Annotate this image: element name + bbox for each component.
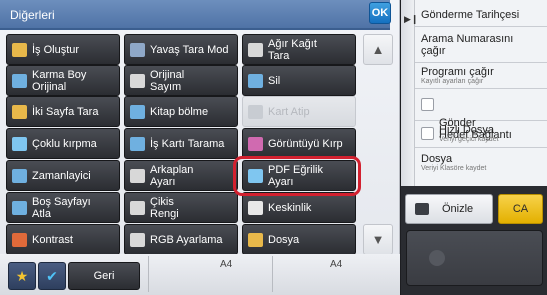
book-divide-icon — [130, 105, 145, 119]
option-label: Sil — [268, 74, 281, 87]
image-crop-icon — [248, 137, 263, 151]
call-program-sub: Kayıtlı ayarları çağır — [421, 78, 484, 85]
divider — [272, 256, 273, 292]
file-item[interactable]: Dosya Veriyi Klasöre kaydet — [415, 148, 547, 180]
option-label: Kart Atip — [268, 105, 310, 118]
heavy-paper-icon — [248, 43, 263, 57]
original-count-icon — [130, 74, 145, 88]
option-button[interactable]: İş Oluştur — [6, 34, 120, 65]
back-button[interactable]: Geri — [68, 262, 140, 290]
scroll-up-icon: ▲ — [371, 42, 385, 57]
option-label: Görüntüyü Kırp — [268, 137, 343, 150]
panel-title: Diğerleri — [0, 0, 390, 30]
rgb-adjust-icon — [130, 233, 145, 247]
call-number-item[interactable]: Arama Numarasını çağır — [415, 27, 547, 63]
start-button[interactable] — [406, 230, 543, 286]
job-build-icon — [12, 43, 27, 57]
checkmark-icon: ✔ — [46, 268, 58, 284]
quick-file-item[interactable]: Hizli Dosya Veriyi geçici kaydet — [415, 121, 547, 148]
option-button[interactable]: Orijinal Sayım — [124, 65, 238, 96]
favorite-button[interactable]: ★ — [8, 262, 36, 290]
scroll-down-button[interactable]: ▼ — [363, 224, 393, 255]
option-button[interactable]: Kitap bölme — [124, 96, 238, 127]
option-label: Arkaplan Ayarı — [150, 163, 194, 188]
paper-size-label: A4 — [220, 259, 233, 270]
highlight-frame — [233, 156, 361, 196]
multi-crop-icon — [12, 137, 27, 151]
option-button[interactable]: Zamanlayici — [6, 160, 120, 191]
mixed-size-icon — [12, 74, 27, 88]
star-icon: ★ — [15, 268, 29, 284]
option-button[interactable]: Karma Boy Orijinal — [6, 65, 120, 96]
contrast-icon — [12, 233, 27, 247]
option-button[interactable]: Çoklu kırpma — [6, 128, 120, 159]
start-icon — [429, 250, 445, 266]
call-program-item[interactable]: Programı çağır Kayıtlı ayarları çağır — [415, 63, 547, 89]
option-label: Ağır Kağıt Tara — [268, 37, 317, 62]
quick-file-label: Hizli Dosya — [439, 124, 495, 136]
option-label: RGB Ayarlama — [150, 233, 223, 246]
option-label: Çikis Rengi — [150, 195, 179, 220]
send-destination-item[interactable]: Gönder Hedef Bağlantı — [415, 89, 547, 141]
call-program-label: Programı çağır — [421, 66, 494, 78]
option-button[interactable]: İki Sayfa Tara — [6, 96, 120, 127]
background-icon — [130, 169, 145, 183]
send-history-item[interactable]: Gönderme Tarihçesi — [415, 0, 547, 27]
option-button[interactable]: Sil — [242, 65, 356, 96]
preview-button[interactable]: Önizle — [405, 194, 493, 224]
option-label: Çoklu kırpma — [32, 137, 97, 150]
blank-page-icon — [12, 201, 27, 215]
option-label: Orijinal Sayım — [150, 68, 185, 93]
output-color-icon — [130, 201, 145, 215]
slow-scan-icon — [130, 43, 145, 57]
ca-button[interactable]: CA — [498, 194, 543, 224]
paper-size-label: A4 — [330, 259, 343, 270]
option-button[interactable]: Arkaplan Ayarı — [124, 160, 238, 191]
option-button[interactable]: Kontrast — [6, 224, 120, 255]
scroll-up-button[interactable]: ▲ — [363, 34, 393, 65]
option-label: İki Sayfa Tara — [32, 105, 99, 118]
divider — [148, 256, 149, 292]
ok-button[interactable]: OK — [369, 2, 391, 24]
option-label: İş Oluştur — [32, 43, 80, 56]
option-button[interactable]: RGB Ayarlama — [124, 224, 238, 255]
send-checkbox[interactable] — [421, 98, 434, 111]
card-shot-icon — [248, 105, 263, 119]
option-button[interactable]: Dosya — [242, 224, 356, 255]
option-button[interactable]: Keskinlik — [242, 192, 356, 223]
option-button[interactable]: Görüntüyü Kırp — [242, 128, 356, 159]
option-label: Yavaş Tara Mod — [150, 43, 229, 56]
preview-icon — [415, 203, 429, 215]
option-label: Boş Sayfayı Atla — [32, 195, 91, 220]
quick-file-sub: Veriyi geçici kaydet — [439, 136, 499, 143]
option-label: Keskinlik — [268, 201, 312, 214]
preview-label: Önizle — [442, 203, 474, 215]
option-button[interactable]: İş Kartı Tarama — [124, 128, 238, 159]
timer-icon — [12, 169, 27, 183]
option-label: Dosya — [268, 233, 300, 246]
option-label: Kontrast — [32, 233, 73, 246]
option-label: Zamanlayici — [32, 169, 91, 182]
option-button: Kart Atip — [242, 96, 356, 127]
file-label: Dosya — [421, 153, 453, 165]
check-button[interactable]: ✔ — [38, 262, 66, 290]
scroll-down-icon: ▼ — [371, 232, 385, 247]
option-button[interactable]: Ağır Kağıt Tara — [242, 34, 356, 65]
option-button[interactable]: Çikis Rengi — [124, 192, 238, 223]
erase-icon — [248, 74, 263, 88]
option-label: Karma Boy Orijinal — [32, 68, 87, 93]
quick-file-checkbox[interactable] — [421, 127, 434, 140]
option-button[interactable]: Yavaş Tara Mod — [124, 34, 238, 65]
sharpness-icon — [248, 201, 263, 215]
folder-icon — [248, 233, 263, 247]
two-page-icon — [12, 105, 27, 119]
option-label: Kitap bölme — [150, 105, 209, 118]
option-button[interactable]: Boş Sayfayı Atla — [6, 192, 120, 223]
option-label: İş Kartı Tarama — [150, 137, 225, 150]
file-sub: Veriyi Klasöre kaydet — [421, 165, 487, 172]
business-card-icon — [130, 137, 145, 151]
